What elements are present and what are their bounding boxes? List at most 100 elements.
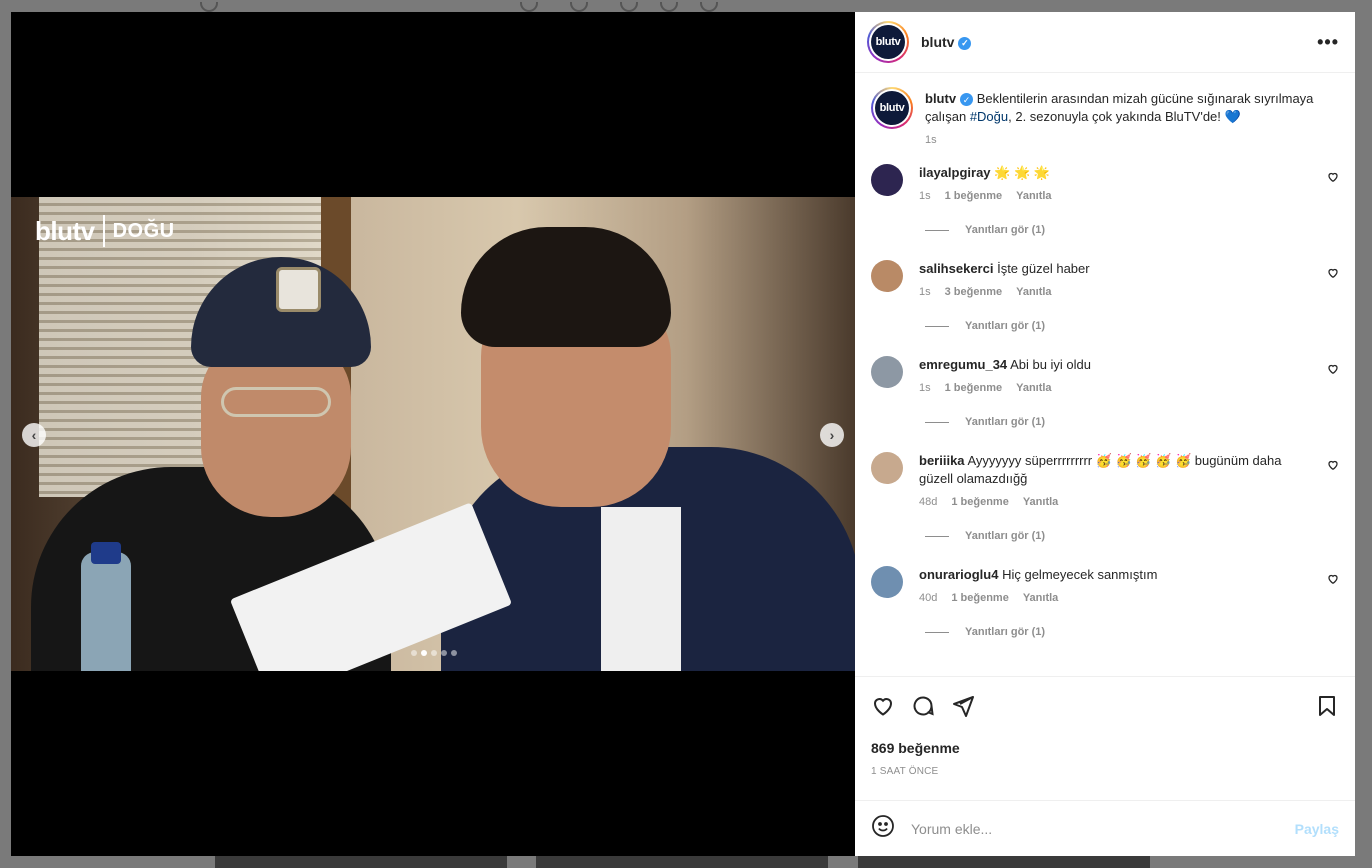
- view-replies-label: Yanıtları gör (1): [965, 224, 1046, 236]
- post-actions: [855, 676, 1355, 740]
- comment-time[interactable]: 1s: [919, 382, 931, 394]
- comment-item: beriiika Ayyyyyyy süperrrrrrrrr 🥳 🥳 🥳 🥳 …: [871, 452, 1339, 508]
- commenter-avatar[interactable]: [871, 452, 903, 484]
- slide-dot: [451, 650, 457, 656]
- share-send-icon[interactable]: [951, 694, 975, 723]
- replies-divider: [925, 535, 949, 537]
- comment-reply-button[interactable]: Yanıtla: [1023, 496, 1058, 508]
- comment-like-count[interactable]: 3 beğenme: [945, 286, 1002, 298]
- bottle-cap: [91, 542, 121, 564]
- view-replies-label: Yanıtları gör (1): [965, 320, 1046, 332]
- view-replies-label: Yanıtları gör (1): [965, 416, 1046, 428]
- view-replies-button[interactable]: Yanıtları gör (1): [925, 626, 1339, 638]
- comment-item: onurarioglu4 Hiç gelmeyecek sanmıştım 40…: [871, 566, 1339, 604]
- comment-like-heart-icon[interactable]: [1327, 458, 1339, 470]
- post-side-panel: blutv blutv ✓ ••• blutv blutv ✓ Beklentile…: [855, 12, 1355, 856]
- comment-reply-button[interactable]: Yanıtla: [1016, 286, 1051, 298]
- watermark-show: DOĞU: [112, 219, 175, 242]
- comment-bubble-icon[interactable]: [911, 694, 935, 723]
- view-replies-label: Yanıtları gör (1): [965, 626, 1046, 638]
- caption-username[interactable]: blutv: [925, 91, 956, 106]
- comment-time[interactable]: 40d: [919, 592, 937, 604]
- view-replies-button[interactable]: Yanıtları gör (1): [925, 320, 1339, 332]
- comment-time[interactable]: 1s: [919, 190, 931, 202]
- chevron-right-icon: ›: [829, 427, 835, 443]
- comment-reply-button[interactable]: Yanıtla: [1016, 382, 1051, 394]
- caption-avatar[interactable]: blutv: [871, 87, 913, 129]
- account-avatar[interactable]: blutv: [867, 21, 909, 63]
- account-username[interactable]: blutv ✓: [921, 34, 972, 50]
- photo-watermark: blutv DOĞU: [35, 215, 175, 247]
- post-timestamp[interactable]: 1 SAAT ÖNCE: [855, 760, 1355, 800]
- likes-count[interactable]: 869 beğenme: [855, 740, 1355, 760]
- commenter-avatar[interactable]: [871, 164, 903, 196]
- commenter-username[interactable]: beriiika: [919, 453, 965, 468]
- chevron-left-icon: ‹: [31, 427, 37, 443]
- commenter-username[interactable]: onurarioglu4: [919, 567, 998, 582]
- replies-divider: [925, 631, 949, 633]
- slide-dot: [421, 650, 427, 656]
- comment-composer: Paylaş: [855, 800, 1355, 856]
- previous-slide-button[interactable]: ‹: [22, 423, 46, 447]
- comment-like-heart-icon[interactable]: [1327, 266, 1339, 278]
- comment-text: Ayyyyyyy süperrrrrrrrr 🥳 🥳 🥳 🥳 🥳 bugünüm…: [919, 453, 1282, 486]
- caption-time[interactable]: 1s: [925, 134, 937, 146]
- next-slide-button[interactable]: ›: [820, 423, 844, 447]
- comment-text: İşte güzel haber: [997, 261, 1090, 276]
- view-replies-button[interactable]: Yanıtları gör (1): [925, 416, 1339, 428]
- verified-badge-icon: ✓: [958, 36, 972, 50]
- comment-like-count[interactable]: 1 beğenme: [945, 382, 1002, 394]
- verified-badge-icon: ✓: [960, 93, 974, 107]
- view-replies-button[interactable]: Yanıtları gör (1): [925, 530, 1339, 542]
- caption-text-rest: , 2. sezonuyla çok yakında BluTV'de!: [1008, 109, 1225, 124]
- post-photo[interactable]: blutv DOĞU: [11, 197, 855, 671]
- commenter-username[interactable]: emregumu_34: [919, 357, 1007, 372]
- comment-like-count[interactable]: 1 beğenme: [945, 190, 1002, 202]
- slide-indicator: [411, 650, 457, 656]
- comment-item: emregumu_34 Abi bu iyi oldu 1s 1 beğenme…: [871, 356, 1339, 394]
- save-bookmark-icon[interactable]: [1315, 694, 1339, 723]
- comment-reply-button[interactable]: Yanıtla: [1023, 592, 1058, 604]
- commenter-username[interactable]: ilayalpgiray: [919, 165, 991, 180]
- post-media: blutv DOĞU ‹ ›: [11, 12, 855, 856]
- comment-text: Abi bu iyi oldu: [1010, 357, 1092, 372]
- comment-like-heart-icon[interactable]: [1327, 170, 1339, 182]
- comment-reply-button[interactable]: Yanıtla: [1016, 190, 1051, 202]
- replies-divider: [925, 421, 949, 423]
- view-replies-label: Yanıtları gör (1): [965, 530, 1046, 542]
- slide-dot: [431, 650, 437, 656]
- like-heart-icon[interactable]: [871, 694, 895, 723]
- caption-hashtag-link[interactable]: #Doğu: [970, 109, 1008, 124]
- comment-list: ilayalpgiray 🌟 🌟 🌟 1s 1 beğenme Yanıtla …: [871, 164, 1339, 638]
- post-comment-button[interactable]: Paylaş: [1295, 821, 1339, 837]
- commenter-avatar[interactable]: [871, 356, 903, 388]
- watermark-separator: [102, 215, 105, 247]
- slide-dot: [441, 650, 447, 656]
- blutv-logo: blutv: [871, 25, 905, 59]
- comment-like-heart-icon[interactable]: [1327, 362, 1339, 374]
- watermark-brand: blutv: [35, 215, 95, 246]
- slide-dot: [411, 650, 417, 656]
- view-replies-button[interactable]: Yanıtları gör (1): [925, 224, 1339, 236]
- commenter-avatar[interactable]: [871, 260, 903, 292]
- comment-text: Hiç gelmeyecek sanmıştım: [1002, 567, 1158, 582]
- comment-like-count[interactable]: 1 beğenme: [951, 592, 1008, 604]
- emoji-smiley-icon[interactable]: [871, 814, 895, 843]
- replies-divider: [925, 229, 949, 231]
- background-tile: [536, 856, 828, 868]
- comment-time[interactable]: 48d: [919, 496, 937, 508]
- more-options-icon[interactable]: •••: [1317, 32, 1339, 53]
- commenter-avatar[interactable]: [871, 566, 903, 598]
- comment-like-count[interactable]: 1 beğenme: [951, 496, 1008, 508]
- commenter-username[interactable]: salihsekerci: [919, 261, 993, 276]
- blue-heart-emoji: 💙: [1224, 109, 1241, 124]
- comment-like-heart-icon[interactable]: [1327, 572, 1339, 584]
- comment-time[interactable]: 1s: [919, 286, 931, 298]
- comments-section: blutv blutv ✓ Beklentilerin arasından miz…: [855, 73, 1355, 676]
- comment-input[interactable]: [911, 820, 1279, 837]
- post-caption: blutv blutv ✓ Beklentilerin arasından miz…: [871, 87, 1339, 146]
- background-tile: [858, 856, 1150, 868]
- comment-text: 🌟 🌟 🌟: [994, 165, 1050, 180]
- blutv-logo: blutv: [875, 91, 909, 125]
- post-modal: blutv DOĞU ‹ › blutv blutv ✓ ••• blutv b…: [11, 12, 1355, 856]
